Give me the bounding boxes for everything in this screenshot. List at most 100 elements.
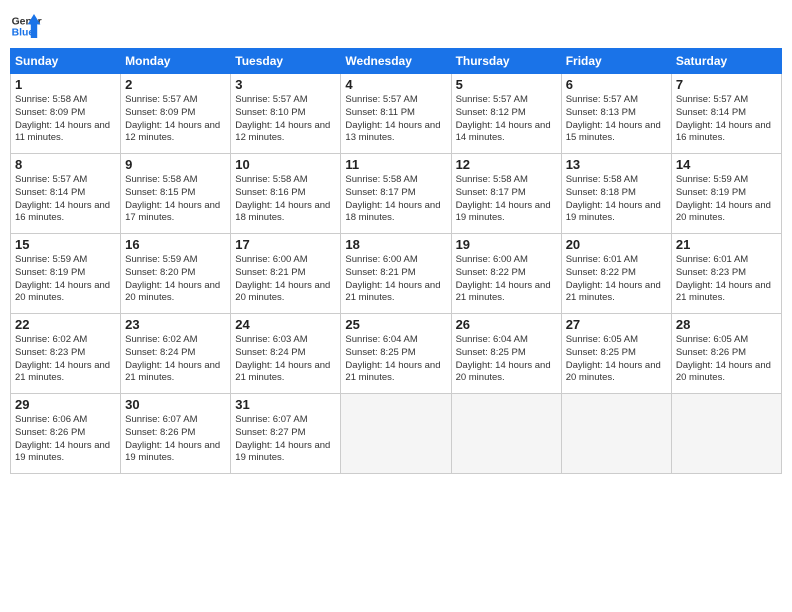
day-number: 14 [676, 157, 777, 172]
day-number: 16 [125, 237, 226, 252]
day-info: Sunrise: 5:58 AM Sunset: 8:09 PM Dayligh… [15, 94, 116, 145]
day-number: 6 [566, 77, 667, 92]
day-info: Sunrise: 5:59 AM Sunset: 8:19 PM Dayligh… [676, 174, 777, 225]
day-number: 13 [566, 157, 667, 172]
day-info: Sunrise: 6:01 AM Sunset: 8:23 PM Dayligh… [676, 254, 777, 305]
calendar-week-3: 15 Sunrise: 5:59 AM Sunset: 8:19 PM Dayli… [11, 234, 782, 314]
calendar-cell: 26Sunrise: 6:04 AM Sunset: 8:25 PM Dayli… [451, 314, 561, 394]
calendar-cell: 16 Sunrise: 5:59 AM Sunset: 8:20 PM Dayli… [121, 234, 231, 314]
day-number: 25 [345, 317, 446, 332]
header: General Blue [10, 10, 782, 42]
day-info: Sunrise: 6:05 AM Sunset: 8:25 PM Dayligh… [566, 334, 667, 385]
calendar-cell: 23 Sunrise: 6:02 AM Sunset: 8:24 PM Dayli… [121, 314, 231, 394]
day-number: 23 [125, 317, 226, 332]
day-number: 18 [345, 237, 446, 252]
day-info: Sunrise: 5:57 AM Sunset: 8:14 PM Dayligh… [676, 94, 777, 145]
weekday-header-row: SundayMondayTuesdayWednesdayThursdayFrid… [11, 49, 782, 74]
day-info: Sunrise: 6:00 AM Sunset: 8:21 PM Dayligh… [345, 254, 446, 305]
weekday-friday: Friday [561, 49, 671, 74]
day-info: Sunrise: 5:59 AM Sunset: 8:19 PM Dayligh… [15, 254, 116, 305]
day-info: Sunrise: 5:57 AM Sunset: 8:10 PM Dayligh… [235, 94, 336, 145]
day-info: Sunrise: 5:57 AM Sunset: 8:14 PM Dayligh… [15, 174, 116, 225]
calendar-cell: 13 Sunrise: 5:58 AM Sunset: 8:18 PM Dayli… [561, 154, 671, 234]
calendar-cell: 4 Sunrise: 5:57 AM Sunset: 8:11 PM Daylig… [341, 74, 451, 154]
day-info: Sunrise: 5:57 AM Sunset: 8:12 PM Dayligh… [456, 94, 557, 145]
calendar-cell: 22 Sunrise: 6:02 AM Sunset: 8:23 PM Dayli… [11, 314, 121, 394]
calendar-cell: 6 Sunrise: 5:57 AM Sunset: 8:13 PM Daylig… [561, 74, 671, 154]
calendar-cell: 27 Sunrise: 6:05 AM Sunset: 8:25 PM Dayli… [561, 314, 671, 394]
day-number: 28 [676, 317, 777, 332]
weekday-monday: Monday [121, 49, 231, 74]
day-info: Sunrise: 6:07 AM Sunset: 8:27 PM Dayligh… [235, 414, 336, 465]
day-info: Sunrise: 6:02 AM Sunset: 8:24 PM Dayligh… [125, 334, 226, 385]
day-number: 5 [456, 77, 557, 92]
calendar-cell: 25Sunrise: 6:04 AM Sunset: 8:25 PM Dayli… [341, 314, 451, 394]
day-info: Sunrise: 5:58 AM Sunset: 8:15 PM Dayligh… [125, 174, 226, 225]
day-info: Sunrise: 5:58 AM Sunset: 8:18 PM Dayligh… [566, 174, 667, 225]
weekday-sunday: Sunday [11, 49, 121, 74]
calendar-cell: 5 Sunrise: 5:57 AM Sunset: 8:12 PM Daylig… [451, 74, 561, 154]
day-number: 21 [676, 237, 777, 252]
day-info: Sunrise: 6:05 AM Sunset: 8:26 PM Dayligh… [676, 334, 777, 385]
weekday-tuesday: Tuesday [231, 49, 341, 74]
day-info: Sunrise: 5:57 AM Sunset: 8:09 PM Dayligh… [125, 94, 226, 145]
day-info: Sunrise: 6:02 AM Sunset: 8:23 PM Dayligh… [15, 334, 116, 385]
calendar-cell: 18 Sunrise: 6:00 AM Sunset: 8:21 PM Dayli… [341, 234, 451, 314]
calendar-cell: 3 Sunrise: 5:57 AM Sunset: 8:10 PM Daylig… [231, 74, 341, 154]
day-number: 24 [235, 317, 336, 332]
calendar-body: 1Sunrise: 5:58 AM Sunset: 8:09 PM Daylig… [11, 74, 782, 474]
weekday-saturday: Saturday [671, 49, 781, 74]
calendar-cell: 7Sunrise: 5:57 AM Sunset: 8:14 PM Daylig… [671, 74, 781, 154]
calendar-cell: 11 Sunrise: 5:58 AM Sunset: 8:17 PM Dayli… [341, 154, 451, 234]
day-number: 20 [566, 237, 667, 252]
day-number: 30 [125, 397, 226, 412]
day-number: 8 [15, 157, 116, 172]
calendar-cell [451, 394, 561, 474]
day-info: Sunrise: 6:04 AM Sunset: 8:25 PM Dayligh… [456, 334, 557, 385]
calendar-cell: 9 Sunrise: 5:58 AM Sunset: 8:15 PM Daylig… [121, 154, 231, 234]
day-info: Sunrise: 6:00 AM Sunset: 8:22 PM Dayligh… [456, 254, 557, 305]
day-info: Sunrise: 5:58 AM Sunset: 8:17 PM Dayligh… [345, 174, 446, 225]
calendar-cell: 14 Sunrise: 5:59 AM Sunset: 8:19 PM Dayli… [671, 154, 781, 234]
day-info: Sunrise: 6:01 AM Sunset: 8:22 PM Dayligh… [566, 254, 667, 305]
day-number: 17 [235, 237, 336, 252]
day-number: 4 [345, 77, 446, 92]
calendar-cell: 24Sunrise: 6:03 AM Sunset: 8:24 PM Dayli… [231, 314, 341, 394]
calendar-cell: 20 Sunrise: 6:01 AM Sunset: 8:22 PM Dayli… [561, 234, 671, 314]
day-number: 31 [235, 397, 336, 412]
calendar-cell: 8 Sunrise: 5:57 AM Sunset: 8:14 PM Daylig… [11, 154, 121, 234]
day-info: Sunrise: 5:57 AM Sunset: 8:11 PM Dayligh… [345, 94, 446, 145]
calendar-cell [671, 394, 781, 474]
day-info: Sunrise: 5:59 AM Sunset: 8:20 PM Dayligh… [125, 254, 226, 305]
logo: General Blue [10, 10, 42, 42]
calendar-cell: 12Sunrise: 5:58 AM Sunset: 8:17 PM Dayli… [451, 154, 561, 234]
calendar-cell: 1Sunrise: 5:58 AM Sunset: 8:09 PM Daylig… [11, 74, 121, 154]
day-number: 22 [15, 317, 116, 332]
calendar-cell: 21 Sunrise: 6:01 AM Sunset: 8:23 PM Dayli… [671, 234, 781, 314]
calendar-week-1: 1Sunrise: 5:58 AM Sunset: 8:09 PM Daylig… [11, 74, 782, 154]
calendar-table: SundayMondayTuesdayWednesdayThursdayFrid… [10, 48, 782, 474]
day-info: Sunrise: 5:57 AM Sunset: 8:13 PM Dayligh… [566, 94, 667, 145]
weekday-thursday: Thursday [451, 49, 561, 74]
calendar-cell [341, 394, 451, 474]
day-number: 2 [125, 77, 226, 92]
day-number: 27 [566, 317, 667, 332]
calendar-cell: 2 Sunrise: 5:57 AM Sunset: 8:09 PM Daylig… [121, 74, 231, 154]
day-info: Sunrise: 5:58 AM Sunset: 8:16 PM Dayligh… [235, 174, 336, 225]
weekday-wednesday: Wednesday [341, 49, 451, 74]
day-info: Sunrise: 6:06 AM Sunset: 8:26 PM Dayligh… [15, 414, 116, 465]
calendar-cell: 31 Sunrise: 6:07 AM Sunset: 8:27 PM Dayli… [231, 394, 341, 474]
calendar-week-5: 29 Sunrise: 6:06 AM Sunset: 8:26 PM Dayli… [11, 394, 782, 474]
day-number: 9 [125, 157, 226, 172]
calendar-cell: 30 Sunrise: 6:07 AM Sunset: 8:26 PM Dayli… [121, 394, 231, 474]
calendar-week-4: 22 Sunrise: 6:02 AM Sunset: 8:23 PM Dayli… [11, 314, 782, 394]
day-number: 11 [345, 157, 446, 172]
calendar-cell: 15 Sunrise: 5:59 AM Sunset: 8:19 PM Dayli… [11, 234, 121, 314]
day-number: 12 [456, 157, 557, 172]
day-info: Sunrise: 6:07 AM Sunset: 8:26 PM Dayligh… [125, 414, 226, 465]
day-number: 15 [15, 237, 116, 252]
calendar-cell: 17Sunrise: 6:00 AM Sunset: 8:21 PM Dayli… [231, 234, 341, 314]
day-number: 3 [235, 77, 336, 92]
day-number: 29 [15, 397, 116, 412]
calendar-cell: 28 Sunrise: 6:05 AM Sunset: 8:26 PM Dayli… [671, 314, 781, 394]
